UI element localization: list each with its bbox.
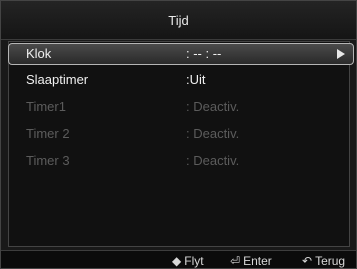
button-hint-bar: ◆ Flyt ⏎ Enter ↶ Terug: [1, 250, 356, 268]
tv-osd-window: Tijd Klok : -- : -- Slaaptimer :Uit Time…: [0, 0, 357, 269]
menu-item-timer1: Timer1 : Deactiv.: [9, 97, 356, 117]
up-down-icon: ◆: [172, 254, 182, 268]
arrow-right-icon: [337, 49, 345, 59]
enter-icon: ⏎: [230, 254, 241, 268]
menu-item-value: : Deactiv.: [186, 126, 240, 141]
menu-item-value: :Uit: [186, 72, 206, 87]
menu-item-label: Timer 3: [26, 153, 70, 168]
hint-move[interactable]: ◆ Flyt: [172, 254, 204, 268]
title-bar: Tijd: [1, 1, 356, 40]
menu-title: Tijd: [168, 13, 189, 28]
hint-return[interactable]: ↶ Terug: [302, 254, 345, 268]
hint-enter[interactable]: ⏎ Enter: [230, 254, 272, 268]
menu-item-timer3: Timer 3 : Deactiv.: [9, 151, 356, 171]
menu-item-value: : -- : --: [186, 46, 222, 61]
menu-item-label: Timer1: [26, 99, 66, 114]
menu-item-value: : Deactiv.: [186, 99, 240, 114]
menu-item-timer2: Timer 2 : Deactiv.: [9, 124, 356, 144]
hint-enter-label: Enter: [243, 254, 272, 268]
menu-item-label: Slaaptimer: [26, 72, 89, 87]
menu-item-klok[interactable]: Klok : -- : --: [8, 43, 354, 65]
hint-move-label: Flyt: [184, 254, 204, 268]
menu-item-value: : Deactiv.: [186, 153, 240, 168]
menu-item-label: Timer 2: [26, 126, 70, 141]
return-icon: ↶: [302, 254, 313, 268]
hint-return-label: Terug: [315, 254, 346, 268]
menu-item-slaaptimer[interactable]: Slaaptimer :Uit: [9, 70, 356, 90]
menu-item-label: Klok: [26, 46, 52, 61]
